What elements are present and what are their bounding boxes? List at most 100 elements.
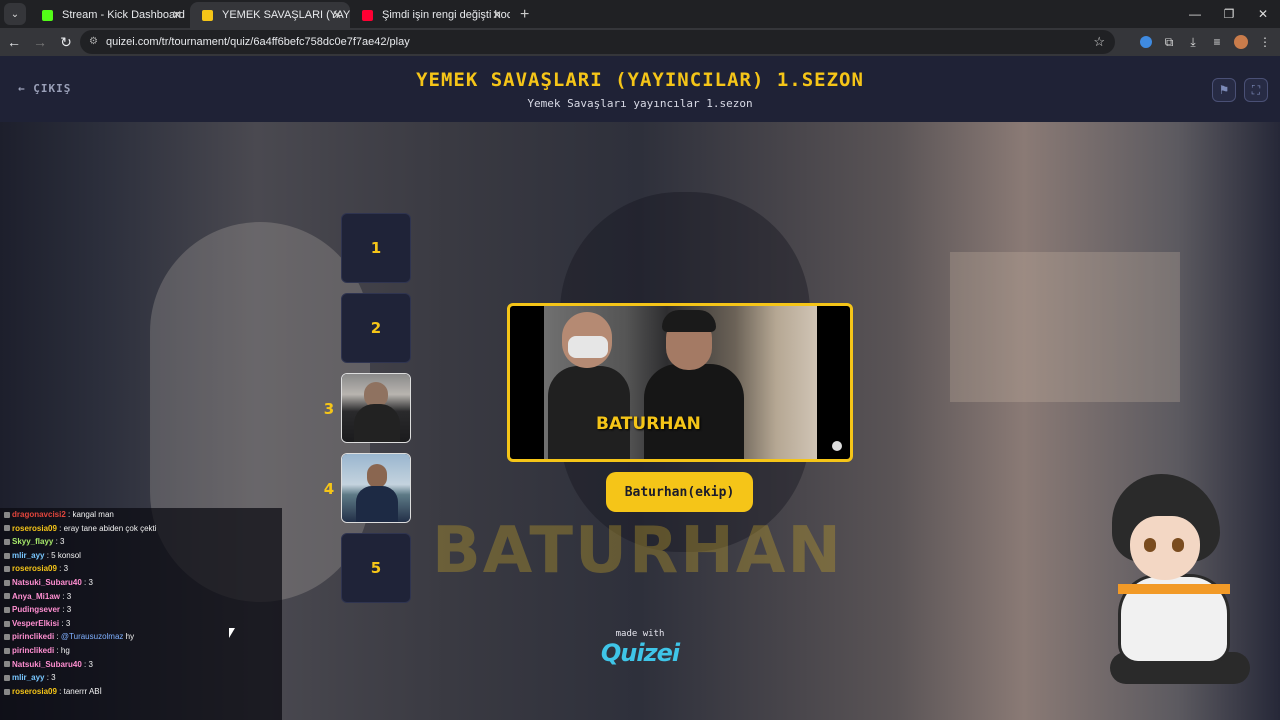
browser-tab-bar: ⌄ Stream - Kick Dashboard ✕ YEMEK SAVAŞL… bbox=[0, 0, 1280, 28]
ranking-slot-1[interactable]: 1 bbox=[341, 213, 411, 283]
chat-badge-icon bbox=[4, 511, 10, 518]
chat-message: mlir_ayy : 5 konsol bbox=[0, 549, 282, 563]
slot-thumbnail-image bbox=[342, 374, 410, 442]
new-tab-plus-icon[interactable]: + bbox=[520, 6, 529, 24]
chat-text: 3 bbox=[60, 537, 65, 547]
ranking-slot-3[interactable] bbox=[341, 373, 411, 443]
avatar-part bbox=[1172, 538, 1184, 552]
close-tab-icon[interactable]: ✕ bbox=[332, 2, 342, 28]
ranking-slot-4[interactable] bbox=[341, 453, 411, 523]
tab-kick-dashboard[interactable]: Stream - Kick Dashboard ✕ bbox=[30, 2, 190, 28]
chat-username[interactable]: mlir_ayy bbox=[12, 673, 44, 682]
chat-username[interactable]: mlir_ayy bbox=[12, 551, 44, 560]
chat-username[interactable]: Natsuki_Subaru40 bbox=[12, 578, 82, 587]
ranking-slot-5[interactable]: 5 bbox=[341, 533, 411, 603]
chat-message: dragonavcisi2 : kangal man bbox=[0, 508, 282, 522]
close-window-icon[interactable]: ✕ bbox=[1246, 0, 1280, 28]
chat-username[interactable]: roserosia09 bbox=[12, 524, 57, 533]
reload-icon[interactable]: ↻ bbox=[54, 34, 78, 51]
forward-arrow-icon[interactable]: → bbox=[28, 34, 52, 50]
fullscreen-icon: ⛶ bbox=[1251, 82, 1261, 97]
quiz-title: YEMEK SAVAŞLARI (YAYINCILAR) 1.SEZON bbox=[416, 69, 864, 91]
chat-badge-icon bbox=[4, 647, 10, 654]
mouse-cursor-icon bbox=[229, 628, 235, 638]
chat-username[interactable]: Anya_Mi1aw bbox=[12, 592, 60, 601]
chat-badge-icon bbox=[4, 620, 10, 627]
chat-username[interactable]: pirinclikedi bbox=[12, 632, 54, 641]
restore-icon[interactable]: ❐ bbox=[1212, 0, 1246, 28]
chat-username[interactable]: Pudingsever bbox=[12, 605, 60, 614]
site-info-icon[interactable]: ⚙ bbox=[89, 30, 98, 54]
chat-badge-icon bbox=[4, 539, 10, 546]
browser-toolbar: ← → ↻ ⚙ quizei.com/tr/tournament/quiz/6a… bbox=[0, 28, 1280, 56]
extensions-puzzle-icon[interactable]: ⧉ bbox=[1162, 35, 1176, 50]
download-icon[interactable]: ⤓ bbox=[1186, 35, 1200, 50]
more-menu-icon[interactable]: ⋮ bbox=[1258, 35, 1272, 49]
tab-youtube[interactable]: Şimdi işin rengi değişti hocam ✕ bbox=[350, 2, 510, 28]
avatar-part bbox=[1130, 516, 1200, 580]
chat-message: Skyy_flayy : 3 bbox=[0, 535, 282, 549]
chat-badge-icon bbox=[4, 525, 10, 532]
chat-username[interactable]: dragonavcisi2 bbox=[12, 510, 66, 519]
chat-separator: : bbox=[56, 686, 64, 696]
chat-badge-icon bbox=[4, 661, 10, 668]
image-figure bbox=[644, 364, 744, 459]
chat-badge-icon bbox=[4, 579, 10, 586]
chat-username[interactable]: Natsuki_Subaru40 bbox=[12, 660, 82, 669]
quiz-header: ← ÇIKIŞ YEMEK SAVAŞLARI (YAYINCILAR) 1.S… bbox=[0, 56, 1280, 122]
chat-mention[interactable]: @Turausuzolmaz bbox=[61, 632, 124, 641]
address-bar[interactable]: ⚙ quizei.com/tr/tournament/quiz/6a4ff6be… bbox=[80, 30, 1115, 54]
url-text: quizei.com/tr/tournament/quiz/6a4ff6befc… bbox=[106, 36, 410, 48]
chat-separator: : bbox=[54, 645, 61, 655]
chat-username[interactable]: roserosia09 bbox=[12, 564, 57, 573]
bookmark-star-icon[interactable]: ☆ bbox=[1093, 30, 1105, 54]
extension-icon[interactable] bbox=[1140, 36, 1152, 48]
minimize-icon[interactable]: — bbox=[1178, 0, 1212, 28]
chat-message: Natsuki_Subaru40 : 3 bbox=[0, 576, 282, 590]
thumbnail-figure bbox=[356, 486, 398, 522]
chat-message: roserosia09 : tanerrr ABİ bbox=[0, 685, 282, 699]
made-with-text: made with bbox=[615, 629, 665, 639]
quizei-logo[interactable]: Quizei bbox=[595, 639, 685, 667]
close-tab-icon[interactable]: ✕ bbox=[492, 2, 502, 28]
current-item-card[interactable]: BATURHAN bbox=[507, 303, 853, 462]
chat-separator: : bbox=[56, 523, 64, 533]
chat-message: pirinclikedi : hg bbox=[0, 644, 282, 658]
media-controls-icon[interactable]: ≡ bbox=[1210, 35, 1224, 49]
back-arrow-icon[interactable]: ← bbox=[2, 34, 26, 50]
image-overlay-text: BATURHAN bbox=[596, 414, 701, 434]
chat-text: 3 bbox=[65, 618, 71, 628]
tab-search-button[interactable]: ⌄ bbox=[4, 3, 26, 25]
chat-username[interactable]: VesperElkisi bbox=[12, 619, 59, 628]
chat-separator: : bbox=[59, 618, 66, 628]
tab-title: Stream - Kick Dashboard bbox=[62, 9, 185, 21]
chat-text: eray tane abiden çok çekti bbox=[63, 523, 157, 533]
chat-badge-icon bbox=[4, 688, 10, 695]
chat-username[interactable]: roserosia09 bbox=[12, 687, 57, 696]
quizei-favicon-icon bbox=[202, 10, 213, 21]
chat-username[interactable]: Skyy_flayy bbox=[12, 537, 53, 546]
tab-title: Şimdi işin rengi değişti hocam bbox=[382, 9, 510, 21]
report-flag-button[interactable]: ⚑ bbox=[1212, 78, 1236, 102]
quiz-subtitle: Yemek Savaşları yayıncılar 1.sezon bbox=[527, 97, 753, 110]
avatar-part bbox=[1118, 584, 1230, 594]
slot-number: 2 bbox=[370, 319, 382, 337]
kick-favicon-icon bbox=[42, 10, 53, 21]
fullscreen-button[interactable]: ⛶ bbox=[1244, 78, 1268, 102]
answer-label-button[interactable]: Baturhan(ekip) bbox=[606, 472, 753, 512]
close-tab-icon[interactable]: ✕ bbox=[172, 2, 182, 28]
chat-message: Anya_Mi1aw : 3 bbox=[0, 590, 282, 604]
slot-number-label: 3 bbox=[323, 400, 335, 418]
chat-text: 5 konsol bbox=[51, 550, 81, 560]
thumbnail-figure bbox=[367, 464, 387, 488]
tab-quizei[interactable]: YEMEK SAVAŞLARI (YAYINCILAR ✕ bbox=[190, 2, 350, 28]
chat-text: 3 bbox=[51, 673, 56, 683]
chat-badge-icon bbox=[4, 593, 10, 600]
chat-message: Natsuki_Subaru40 : 3 bbox=[0, 658, 282, 672]
chat-text: 3 bbox=[63, 564, 69, 574]
chat-message: roserosia09 : eray tane abiden çok çekti bbox=[0, 522, 282, 536]
profile-avatar-icon[interactable] bbox=[1234, 35, 1248, 49]
ranking-slot-2[interactable]: 2 bbox=[341, 293, 411, 363]
background-overlay-text: BATURHAN bbox=[432, 514, 843, 588]
chat-username[interactable]: pirinclikedi bbox=[12, 646, 54, 655]
